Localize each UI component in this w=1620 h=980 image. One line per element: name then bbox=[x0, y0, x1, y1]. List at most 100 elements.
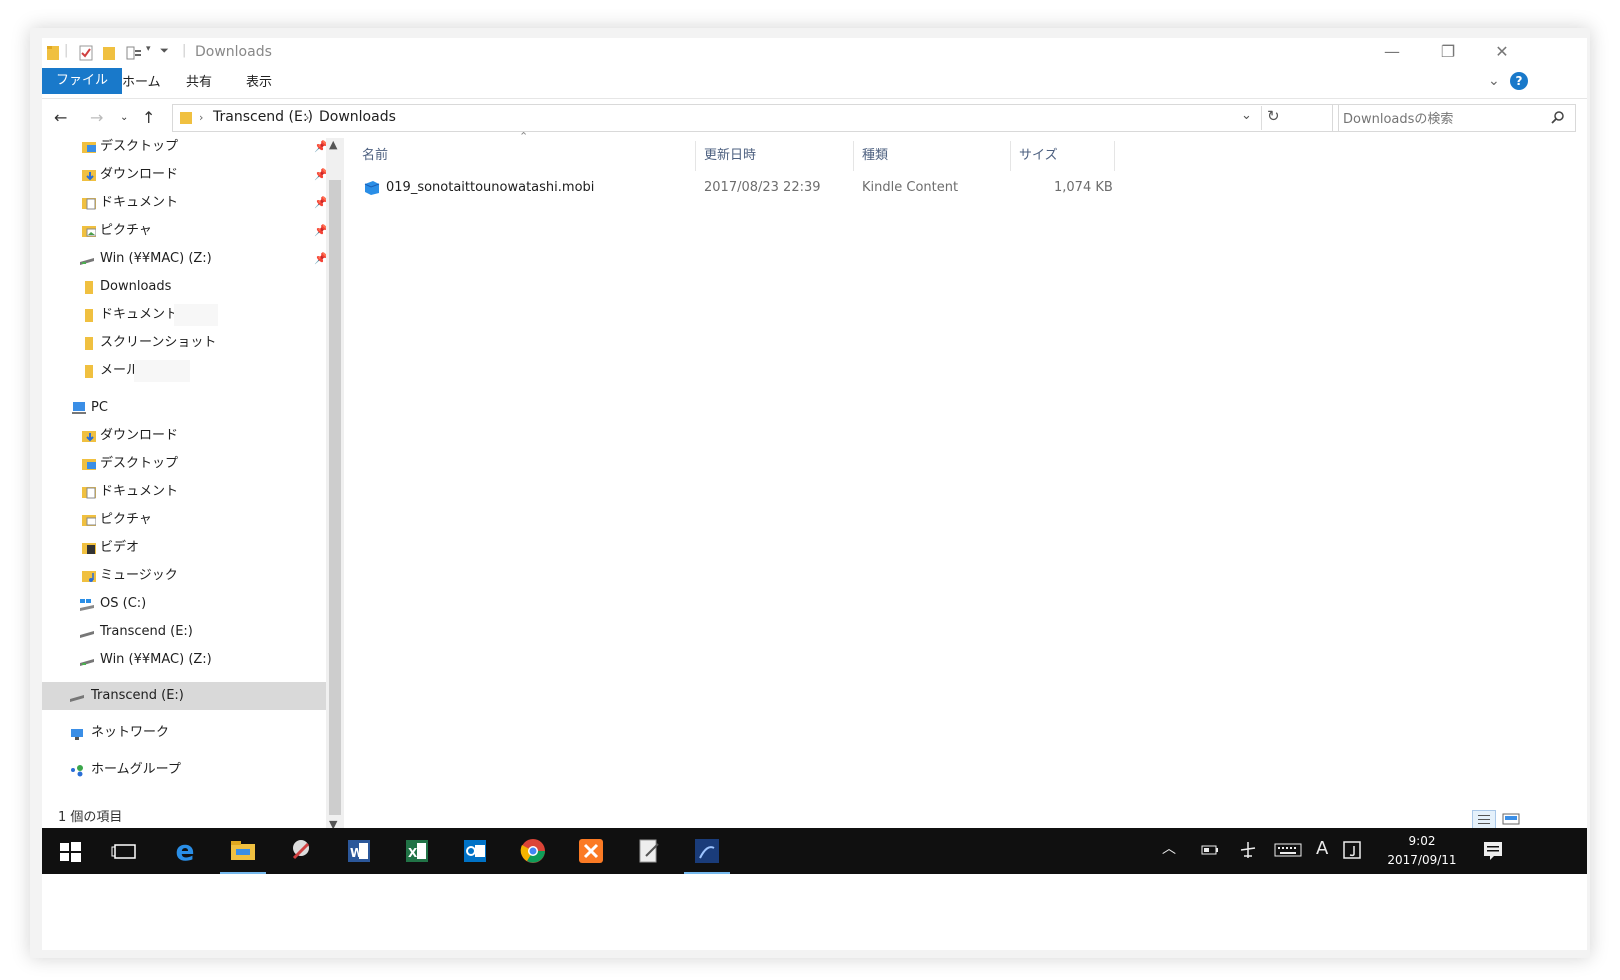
airplane-mode-icon[interactable] bbox=[1238, 840, 1258, 860]
chevron-right-icon[interactable]: › bbox=[305, 111, 309, 124]
nav-item-pc-documents[interactable]: ドキュメント bbox=[42, 479, 332, 505]
large-icons-view-button[interactable] bbox=[1500, 811, 1522, 827]
show-hidden-icons-icon[interactable]: ︿ bbox=[1162, 838, 1176, 858]
nav-item-network[interactable]: ネットワーク bbox=[42, 720, 332, 746]
column-separator[interactable] bbox=[1114, 141, 1115, 171]
minimize-button[interactable]: — bbox=[1364, 38, 1420, 68]
column-separator[interactable] bbox=[695, 141, 696, 171]
nav-item-documents[interactable]: ドキュメント 📌 bbox=[42, 190, 332, 216]
new-folder-icon[interactable] bbox=[102, 44, 116, 62]
system-clock[interactable]: 9:02 2017/09/11 bbox=[1367, 832, 1477, 870]
nav-item-folder-mail[interactable]: メール bbox=[42, 358, 332, 384]
navigation-pane: デスクトップ 📌 ダウンロード 📌 ドキュメント 📌 ピクチャ 📌 Win (¥… bbox=[42, 138, 342, 873]
properties-icon[interactable] bbox=[78, 44, 94, 62]
help-icon[interactable]: ? bbox=[1510, 72, 1528, 90]
nav-item-label: スクリーンショット bbox=[100, 335, 217, 350]
column-header-type[interactable]: 種類 bbox=[862, 141, 888, 171]
search-icon[interactable] bbox=[1551, 110, 1565, 124]
excel-icon[interactable]: X bbox=[402, 836, 432, 866]
scrollbar-thumb[interactable] bbox=[329, 180, 341, 815]
word-icon[interactable]: W bbox=[344, 836, 374, 866]
details-view-button[interactable] bbox=[1472, 810, 1496, 830]
nav-item-pc-transcend[interactable]: Transcend (E:) bbox=[42, 619, 332, 645]
nav-item-network-drive[interactable]: Win (¥¥MAC) (Z:) 📌 bbox=[42, 246, 332, 272]
ime-indicator[interactable]: A bbox=[1316, 838, 1328, 859]
quick-access-dropdown-icon[interactable]: ⏷ bbox=[160, 44, 169, 58]
forward-arrow-icon[interactable]: → bbox=[90, 108, 103, 127]
address-dropdown-icon[interactable]: ⌄ bbox=[1241, 108, 1252, 123]
file-modified: 2017/08/23 22:39 bbox=[704, 180, 821, 195]
nav-item-desktop[interactable]: デスクトップ 📌 bbox=[42, 134, 332, 160]
action-center-icon[interactable] bbox=[1482, 840, 1504, 862]
nav-item-pc-music[interactable]: ミュージック bbox=[42, 563, 332, 589]
nav-item-folder-screenshots[interactable]: スクリーンショット bbox=[42, 330, 332, 356]
task-view-icon[interactable] bbox=[110, 836, 140, 866]
svg-text:W: W bbox=[350, 846, 363, 860]
scroll-up-icon[interactable]: ▲ bbox=[329, 138, 337, 151]
refresh-icon[interactable]: ↻ bbox=[1267, 107, 1280, 125]
search-box[interactable] bbox=[1332, 104, 1576, 132]
ime-pad-icon[interactable] bbox=[1342, 840, 1362, 860]
sort-ascending-icon: ⌃ bbox=[519, 130, 529, 143]
nav-item-homegroup[interactable]: ホームグループ bbox=[42, 757, 332, 783]
nav-item-downloads[interactable]: ダウンロード 📌 bbox=[42, 162, 332, 188]
nav-item-pc-videos[interactable]: ビデオ bbox=[42, 535, 332, 561]
nav-item-pictures[interactable]: ピクチャ 📌 bbox=[42, 218, 332, 244]
nav-item-folder-documents[interactable]: ドキュメント bbox=[42, 302, 332, 328]
tab-share[interactable]: 共有 bbox=[174, 72, 224, 94]
nav-item-selected-drive[interactable]: Transcend (E:) bbox=[42, 682, 326, 710]
recent-locations-icon[interactable]: ⌄ bbox=[120, 112, 128, 123]
separator: | bbox=[182, 43, 187, 58]
nav-item-pc-desktop[interactable]: デスクトップ bbox=[42, 451, 332, 477]
file-row[interactable]: 019_sonotaittounowatashi.mobi 2017/08/23… bbox=[362, 176, 1122, 200]
close-button[interactable]: ✕ bbox=[1474, 38, 1530, 68]
file-explorer-icon[interactable] bbox=[228, 836, 258, 866]
nav-item-pc-pictures[interactable]: ピクチャ bbox=[42, 507, 332, 533]
outlook-icon[interactable] bbox=[460, 836, 490, 866]
back-arrow-icon[interactable]: ← bbox=[54, 108, 67, 127]
chevron-right-icon[interactable]: › bbox=[199, 111, 203, 124]
column-header-name[interactable]: 名前 bbox=[362, 141, 388, 171]
search-input[interactable] bbox=[1341, 107, 1545, 131]
chevron-down-icon[interactable]: ▾ bbox=[146, 44, 151, 54]
column-separator[interactable] bbox=[853, 141, 854, 171]
file-size: 1,074 KB bbox=[1054, 180, 1113, 195]
folder-icon bbox=[85, 281, 93, 294]
nav-scrollbar[interactable]: ▲ ▼ bbox=[326, 138, 344, 873]
network-icon bbox=[71, 729, 83, 740]
notepad-icon[interactable] bbox=[634, 836, 664, 866]
battery-icon[interactable] bbox=[1200, 843, 1220, 857]
windows-start-icon[interactable] bbox=[56, 836, 86, 866]
nav-item-folder-downloads[interactable]: Downloads bbox=[42, 274, 332, 300]
breadcrumb-drive[interactable]: Transcend (E:) bbox=[213, 109, 313, 125]
nav-item-pc-os-drive[interactable]: OS (C:) bbox=[42, 591, 332, 617]
breadcrumb-folder[interactable]: Downloads bbox=[319, 109, 396, 125]
folder-icon bbox=[85, 309, 93, 322]
touch-keyboard-icon[interactable] bbox=[1274, 843, 1302, 857]
edge-browser-icon[interactable]: e bbox=[170, 836, 200, 866]
address-bar[interactable]: › Transcend (E:) › Downloads ⌄ ↻ bbox=[172, 104, 1339, 132]
snipping-tool-icon[interactable] bbox=[286, 836, 316, 866]
tab-view[interactable]: 表示 bbox=[234, 72, 284, 94]
file-explorer-window: | ▾ ⏷ | Downloads — ❐ ✕ ファイル ホーム 共有 表示 ⌄… bbox=[42, 38, 1587, 950]
chrome-icon[interactable] bbox=[518, 836, 548, 866]
nav-item-pc[interactable]: PC bbox=[42, 395, 332, 421]
kindle-icon[interactable] bbox=[692, 836, 722, 866]
tab-home[interactable]: ホーム bbox=[110, 72, 173, 94]
nav-item-label: PC bbox=[91, 400, 108, 415]
column-header-size[interactable]: サイズ bbox=[1019, 141, 1058, 171]
expand-ribbon-icon[interactable]: ⌄ bbox=[1488, 73, 1500, 89]
nav-item-label: OS (C:) bbox=[100, 596, 147, 611]
up-arrow-icon[interactable]: ↑ bbox=[142, 108, 155, 127]
column-separator[interactable] bbox=[1010, 141, 1011, 171]
file-name: 019_sonotaittounowatashi.mobi bbox=[386, 180, 595, 195]
nav-item-pc-network-drive[interactable]: Win (¥¥MAC) (Z:) bbox=[42, 647, 332, 673]
nav-item-label: ドキュメント bbox=[100, 307, 179, 322]
customize-icon[interactable] bbox=[126, 44, 142, 62]
computer-icon bbox=[72, 402, 86, 414]
nav-item-label: ダウンロード bbox=[100, 167, 179, 182]
column-header-modified[interactable]: 更新日時 bbox=[704, 141, 756, 171]
nav-item-pc-downloads[interactable]: ダウンロード bbox=[42, 423, 332, 449]
xampp-icon[interactable] bbox=[576, 836, 606, 866]
restore-button[interactable]: ❐ bbox=[1420, 38, 1476, 68]
